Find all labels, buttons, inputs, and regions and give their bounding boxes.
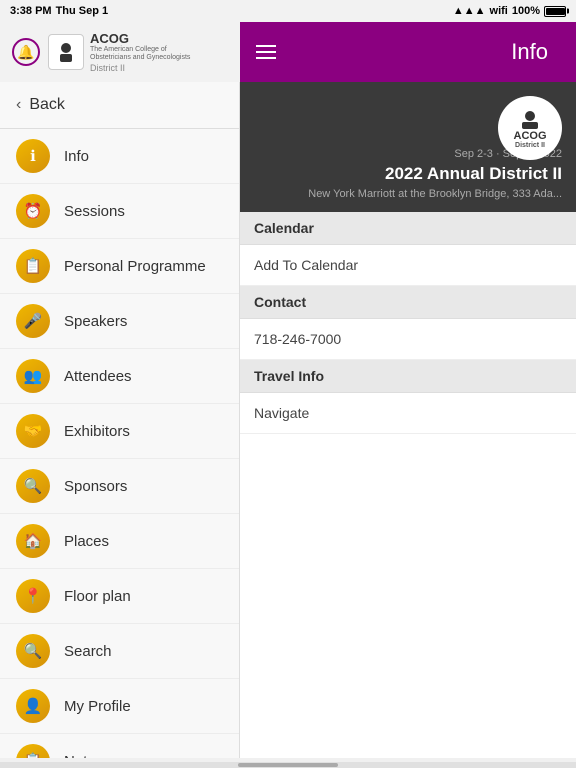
scroll-bar — [238, 763, 338, 767]
sidebar-item-attendees[interactable]: 👥 Attendees — [0, 349, 239, 404]
acog-svg — [52, 38, 80, 66]
my-profile-label: My Profile — [64, 698, 131, 715]
status-day: Thu Sep 1 — [56, 5, 109, 17]
header-right: Info — [240, 22, 576, 82]
info-icon: ℹ — [16, 139, 50, 173]
info-sections-container: CalendarAdd To CalendarContact718-246-70… — [240, 212, 576, 434]
battery-icon — [544, 6, 566, 17]
speakers-icon: 🎤 — [16, 304, 50, 338]
section-item-add-to-calendar[interactable]: Add To Calendar — [240, 245, 576, 286]
notes-icon: 📋 — [16, 744, 50, 758]
sidebar-item-speakers[interactable]: 🎤 Speakers — [0, 294, 239, 349]
sidebar-item-exhibitors[interactable]: 🤝 Exhibitors — [0, 404, 239, 459]
logo-title: ACOG — [90, 31, 190, 46]
sidebar-item-sponsors[interactable]: 🔍 Sponsors — [0, 459, 239, 514]
section-item-718-246-7000[interactable]: 718-246-7000 — [240, 319, 576, 360]
search-label: Search — [64, 643, 112, 660]
back-button[interactable]: ‹ Back — [0, 82, 239, 129]
section-header-travel-info: Travel Info — [240, 360, 576, 393]
acog-logo-area: ACOG The American College ofObstetrician… — [48, 31, 190, 74]
hamburger-menu[interactable] — [256, 45, 276, 59]
status-bar: 3:38 PM Thu Sep 1 ▲▲▲ wifi 100% — [0, 0, 576, 22]
sidebar-item-search[interactable]: 🔍 Search — [0, 624, 239, 679]
sponsors-label: Sponsors — [64, 478, 127, 495]
floor-plan-icon: 📍 — [16, 579, 50, 613]
attendees-label: Attendees — [64, 368, 132, 385]
header-left: 🔔 ACOG The American College ofObstetrici… — [0, 22, 240, 82]
sidebar-item-my-profile[interactable]: 👤 My Profile — [0, 679, 239, 734]
info-label: Info — [64, 148, 89, 165]
personal-programme-icon: 📋 — [16, 249, 50, 283]
notes-label: Notes — [64, 753, 103, 759]
back-label: Back — [29, 96, 65, 114]
sidebar-item-floor-plan[interactable]: 📍 Floor plan — [0, 569, 239, 624]
section-header-calendar: Calendar — [240, 212, 576, 245]
sponsors-icon: 🔍 — [16, 469, 50, 503]
sessions-icon: ⏰ — [16, 194, 50, 228]
sidebar-item-info[interactable]: ℹ Info — [0, 129, 239, 184]
places-label: Places — [64, 533, 109, 550]
app-container: 🔔 ACOG The American College ofObstetrici… — [0, 22, 576, 768]
content-area: ‹ Back ℹ Info ⏰ Sessions 📋 Personal Prog… — [0, 82, 576, 758]
sessions-label: Sessions — [64, 203, 125, 220]
right-panel: ACOG District II Sep 2-3 · Sep 2, 2022 2… — [240, 82, 576, 758]
event-header: ACOG District II Sep 2-3 · Sep 2, 2022 2… — [240, 82, 576, 212]
search-icon: 🔍 — [16, 634, 50, 668]
header-title: Info — [511, 39, 560, 65]
sidebar-item-sessions[interactable]: ⏰ Sessions — [0, 184, 239, 239]
signal-icon: ▲▲▲ — [453, 5, 486, 17]
speakers-label: Speakers — [64, 313, 127, 330]
sidebar-item-personal-programme[interactable]: 📋 Personal Programme — [0, 239, 239, 294]
attendees-icon: 👥 — [16, 359, 50, 393]
status-time: 3:38 PM — [10, 5, 52, 17]
exhibitors-label: Exhibitors — [64, 423, 130, 440]
acog-logo — [48, 34, 84, 70]
event-name: 2022 Annual District II — [385, 164, 562, 184]
places-icon: 🏠 — [16, 524, 50, 558]
event-location: New York Marriott at the Brooklyn Bridge… — [308, 188, 562, 200]
sidebar-item-notes[interactable]: 📋 Notes — [0, 734, 239, 758]
top-header: 🔔 ACOG The American College ofObstetrici… — [0, 22, 576, 82]
scroll-indicator — [0, 762, 576, 768]
back-arrow-icon: ‹ — [16, 96, 21, 114]
personal-programme-label: Personal Programme — [64, 258, 206, 275]
sidebar: ‹ Back ℹ Info ⏰ Sessions 📋 Personal Prog… — [0, 82, 240, 758]
logo-text-area: ACOG The American College ofObstetrician… — [90, 31, 190, 74]
section-header-contact: Contact — [240, 286, 576, 319]
exhibitors-icon: 🤝 — [16, 414, 50, 448]
district-label: District II — [90, 63, 190, 73]
sidebar-items-container: ℹ Info ⏰ Sessions 📋 Personal Programme 🎤… — [0, 129, 239, 758]
acog-badge: ACOG District II — [498, 96, 562, 160]
my-profile-icon: 👤 — [16, 689, 50, 723]
badge-subtitle: District II — [515, 142, 545, 149]
sidebar-item-places[interactable]: 🏠 Places — [0, 514, 239, 569]
logo-sub: The American College ofObstetricians and… — [90, 46, 190, 63]
section-item-navigate[interactable]: Navigate — [240, 393, 576, 434]
floor-plan-label: Floor plan — [64, 588, 131, 605]
battery-text: 100% — [512, 5, 540, 17]
wifi-icon: wifi — [490, 5, 508, 17]
bell-icon[interactable]: 🔔 — [12, 38, 40, 66]
badge-title: ACOG — [514, 130, 547, 142]
